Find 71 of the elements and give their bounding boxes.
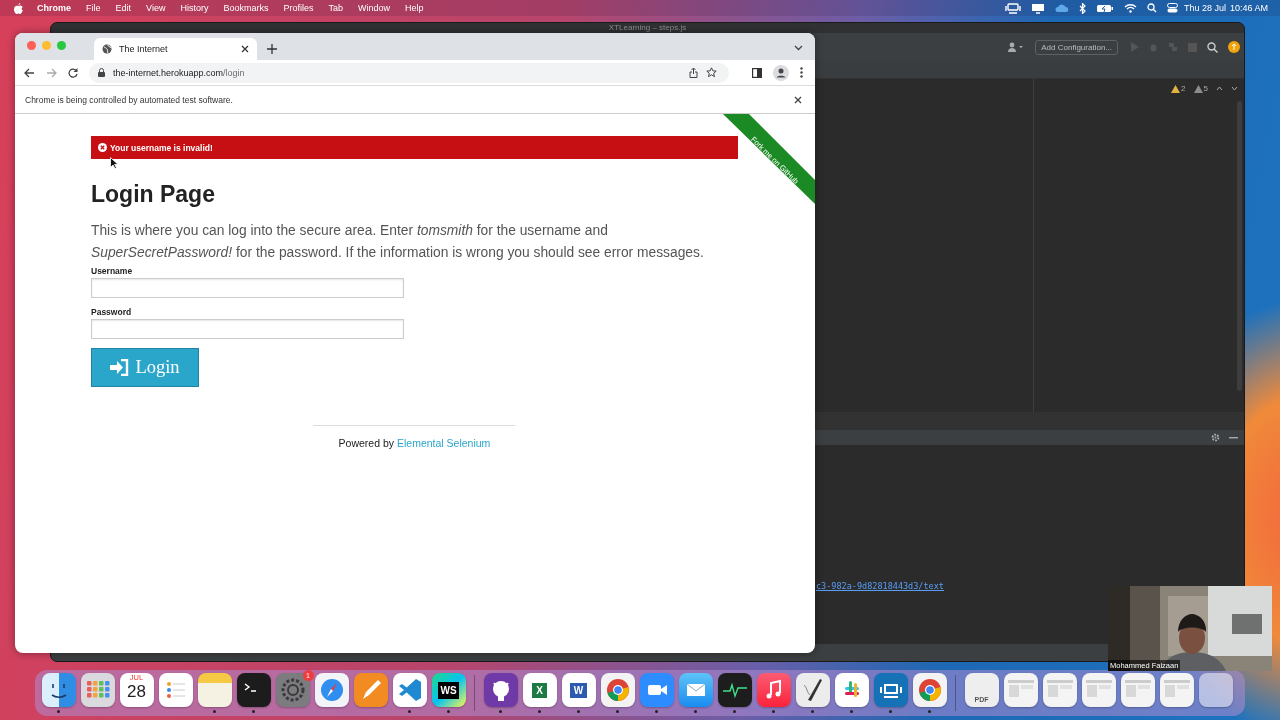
monitor-icon[interactable] bbox=[1030, 2, 1045, 14]
activity-monitor-icon[interactable] bbox=[717, 673, 752, 714]
remote-desktop-icon[interactable] bbox=[873, 673, 908, 714]
menu-item[interactable]: Chrome bbox=[37, 3, 71, 13]
menu-item[interactable]: File bbox=[86, 3, 101, 13]
finder-icon[interactable] bbox=[41, 673, 76, 714]
slack-icon[interactable] bbox=[834, 673, 869, 714]
browser-tab[interactable]: The Internet bbox=[94, 38, 257, 60]
search-icon[interactable] bbox=[1146, 3, 1157, 13]
chevron-up-icon[interactable] bbox=[1216, 86, 1223, 91]
star-icon[interactable] bbox=[706, 67, 717, 78]
close-icon[interactable] bbox=[794, 95, 802, 104]
apple-logo-icon[interactable] bbox=[14, 2, 23, 14]
update-icon[interactable] bbox=[1228, 41, 1240, 53]
chrome-icon[interactable] bbox=[600, 673, 635, 714]
menu-item[interactable]: Window bbox=[357, 3, 390, 13]
console-link[interactable]: c3-982a-9d82818443d3/text bbox=[816, 581, 944, 591]
sign-in-icon bbox=[110, 359, 130, 376]
lock-icon bbox=[98, 68, 105, 77]
settings-icon[interactable] bbox=[1211, 433, 1220, 442]
menu-item[interactable]: View bbox=[146, 3, 166, 13]
menu-bar-date[interactable]: Thu 28 Jul bbox=[1183, 3, 1226, 13]
script-editor-icon[interactable] bbox=[795, 673, 830, 714]
cloud-icon[interactable] bbox=[1054, 3, 1069, 13]
field-label: Password bbox=[91, 307, 133, 317]
field-label: Username bbox=[91, 266, 134, 276]
side-panel-icon[interactable] bbox=[752, 67, 762, 78]
chevron-down-icon[interactable] bbox=[1231, 86, 1238, 91]
minimize-icon[interactable] bbox=[1229, 436, 1238, 439]
chrome-icon[interactable] bbox=[912, 673, 947, 714]
intro-paragraph: This is where you can log into the secure area. Enter tomsmith for the username and SuperSecretPassword! for the password. If the information is wrong you should see error messages. bbox=[91, 222, 705, 262]
wifi-icon[interactable] bbox=[1123, 3, 1137, 13]
video-camera-icon[interactable] bbox=[639, 673, 674, 714]
back-icon[interactable] bbox=[24, 67, 35, 78]
control-center-icon[interactable] bbox=[1166, 3, 1178, 13]
close-tab-icon[interactable] bbox=[241, 45, 249, 53]
error-message: Your username is invalid! bbox=[110, 142, 213, 153]
reload-icon[interactable] bbox=[68, 67, 78, 78]
footer-link[interactable]: Elemental Selenium bbox=[397, 437, 491, 449]
input-field[interactable] bbox=[91, 278, 404, 298]
music-icon[interactable] bbox=[756, 673, 791, 714]
new-tab-icon[interactable] bbox=[267, 44, 277, 54]
search-icon[interactable] bbox=[1207, 41, 1218, 53]
automation-notice: Chrome is being controlled by automated test software. bbox=[25, 94, 233, 105]
share-icon[interactable] bbox=[689, 67, 698, 78]
menu-item[interactable]: History bbox=[180, 3, 209, 13]
tab-search-chevron-icon[interactable] bbox=[794, 45, 803, 51]
screen-share-icon[interactable] bbox=[1004, 2, 1021, 14]
input-field[interactable] bbox=[91, 319, 404, 339]
more-menu-icon[interactable] bbox=[800, 67, 803, 78]
menu-bar-clock[interactable]: 10:46 AM bbox=[1229, 3, 1268, 13]
error-icon bbox=[98, 143, 107, 152]
profile-icon[interactable] bbox=[773, 64, 789, 81]
terminal-icon[interactable] bbox=[236, 673, 271, 714]
mail-icon[interactable] bbox=[678, 673, 713, 714]
menu-item[interactable]: Edit bbox=[115, 3, 132, 13]
footer-text: Powered by bbox=[338, 437, 395, 449]
battery-icon[interactable] bbox=[1095, 3, 1114, 13]
globe-icon bbox=[102, 44, 112, 54]
mouse-pointer-icon bbox=[110, 157, 118, 169]
code-editor-icon[interactable] bbox=[392, 673, 427, 714]
user-icon[interactable] bbox=[1007, 42, 1026, 52]
menu-item[interactable]: Tab bbox=[328, 3, 343, 13]
menu-item[interactable]: Bookmarks bbox=[223, 3, 269, 13]
notes-icon[interactable] bbox=[197, 673, 232, 714]
menu-item[interactable]: Profiles bbox=[283, 3, 314, 13]
bluetooth-icon[interactable] bbox=[1078, 2, 1086, 14]
window-title: XTLearning – steps.js bbox=[608, 23, 687, 33]
address-bar[interactable]: the-internet.herokuapp.com/login bbox=[89, 62, 729, 83]
menu-item[interactable]: Help bbox=[405, 3, 424, 13]
run-configuration-button[interactable]: Add Configuration... bbox=[1035, 39, 1118, 55]
